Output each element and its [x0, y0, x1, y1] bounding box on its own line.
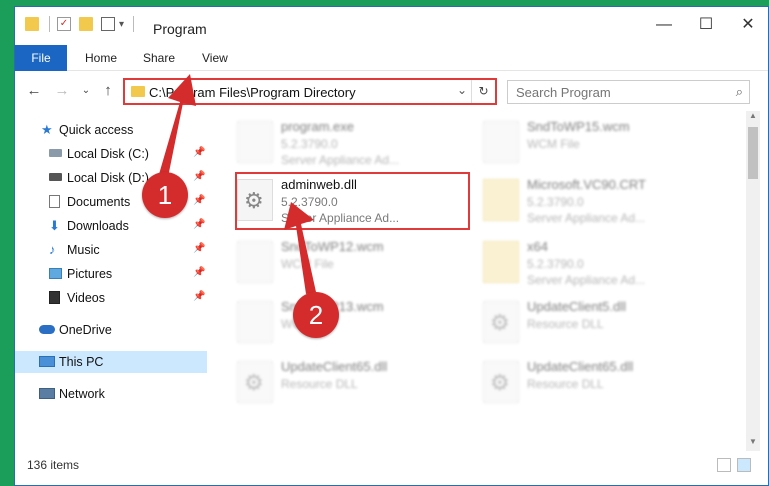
arrow-to-file: [284, 202, 316, 294]
annotation-arrows: [155, 74, 316, 294]
step-1-badge: 1: [142, 172, 188, 218]
step-2-badge: 2: [293, 292, 339, 338]
